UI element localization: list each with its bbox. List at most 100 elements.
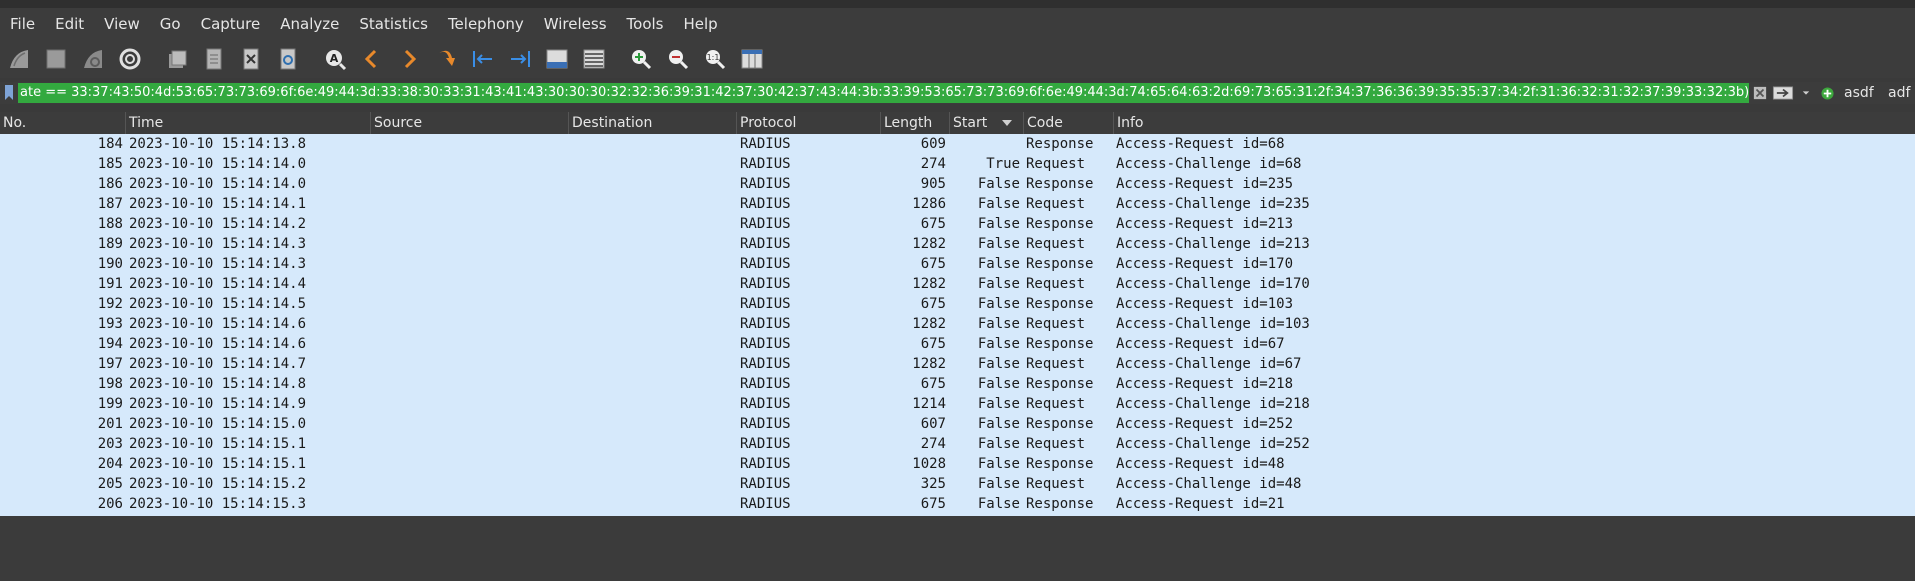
cell-info: Access-Request id=21 (1116, 496, 1285, 512)
cell-time: 2023-10-10 15:14:14.6 (129, 316, 307, 332)
zoom-normal-icon[interactable]: 1:1 (697, 41, 733, 77)
add-filter-button-icon[interactable] (1820, 84, 1834, 102)
column-source[interactable]: Source (371, 112, 569, 134)
cell-length: 1282 (912, 276, 946, 292)
menu-go[interactable]: Go (150, 15, 191, 33)
cell-no: 203 (97, 436, 123, 452)
table-row[interactable]: 191 2023-10-10 15:14:14.4 RADIUS 1282 False R… (0, 274, 1915, 294)
table-row[interactable]: 206 2023-10-10 15:14:15.3 RADIUS 675 False Re… (0, 494, 1915, 514)
menu-file[interactable]: File (0, 15, 45, 33)
table-row[interactable]: 201 2023-10-10 15:14:15.0 RADIUS 607 False Re… (0, 414, 1915, 434)
table-row[interactable]: 188 2023-10-10 15:14:14.2 RADIUS 675 False Re… (0, 214, 1915, 234)
table-row[interactable]: 203 2023-10-10 15:14:15.1 RADIUS 274 False Re… (0, 434, 1915, 454)
menu-view[interactable]: View (94, 15, 150, 33)
cell-protocol: RADIUS (740, 196, 791, 212)
menu-help[interactable]: Help (673, 15, 727, 33)
cell-no: 201 (97, 416, 123, 432)
menu-tools[interactable]: Tools (617, 15, 674, 33)
go-last-icon[interactable] (502, 41, 538, 77)
column-start[interactable]: Start (950, 112, 1024, 134)
filter-button-asdf[interactable]: asdf (1844, 84, 1874, 102)
menu-telephony[interactable]: Telephony (438, 15, 534, 33)
table-row[interactable]: 187 2023-10-10 15:14:14.1 RADIUS 1286 False R… (0, 194, 1915, 214)
table-row[interactable]: 199 2023-10-10 15:14:14.9 RADIUS 1214 False R… (0, 394, 1915, 414)
table-row[interactable]: 205 2023-10-10 15:14:15.2 RADIUS 325 False Re… (0, 474, 1915, 494)
stop-square-icon[interactable] (38, 41, 74, 77)
zoom-in-icon[interactable] (623, 41, 659, 77)
cell-start: False (977, 376, 1020, 392)
table-row[interactable]: 204 2023-10-10 15:14:15.1 RADIUS 1028 False R… (0, 454, 1915, 474)
column-code[interactable]: Code (1024, 112, 1114, 134)
apply-filter-icon[interactable] (1772, 84, 1794, 102)
bookmark-icon[interactable] (4, 85, 14, 100)
table-row[interactable]: 190 2023-10-10 15:14:14.3 RADIUS 675 False Re… (0, 254, 1915, 274)
cell-info: Access-Challenge id=252 (1116, 436, 1310, 452)
cell-code: Request (1026, 396, 1086, 412)
cell-no: 186 (97, 176, 123, 192)
colorize-icon[interactable] (576, 41, 612, 77)
table-row[interactable]: 193 2023-10-10 15:14:14.6 RADIUS 1282 False R… (0, 314, 1915, 334)
filter-button-adf[interactable]: adf (1888, 84, 1910, 102)
cell-start: False (977, 476, 1020, 492)
table-row[interactable]: 189 2023-10-10 15:14:14.3 RADIUS 1282 False R… (0, 234, 1915, 254)
table-row[interactable]: 185 2023-10-10 15:14:14.0 RADIUS 274 True Req… (0, 154, 1915, 174)
close-file-icon[interactable] (233, 41, 269, 77)
cell-time: 2023-10-10 15:14:14.2 (129, 216, 307, 232)
cell-length: 675 (920, 256, 946, 272)
table-row[interactable]: 197 2023-10-10 15:14:14.7 RADIUS 1282 False R… (0, 354, 1915, 374)
filter-dropdown-icon[interactable] (1800, 84, 1812, 102)
gear-options-icon[interactable] (112, 41, 148, 77)
column-destination[interactable]: Destination (569, 112, 737, 134)
table-row[interactable]: 184 2023-10-10 15:14:13.8 RADIUS 609 Respons… (0, 134, 1915, 154)
cell-no: 193 (97, 316, 123, 332)
jump-to-icon[interactable] (428, 41, 464, 77)
cell-info: Access-Challenge id=67 (1116, 356, 1302, 372)
file-set-icon[interactable] (196, 41, 232, 77)
autoscroll-icon[interactable] (539, 41, 575, 77)
cell-info: Access-Challenge id=103 (1116, 316, 1310, 332)
table-row[interactable]: 198 2023-10-10 15:14:14.8 RADIUS 675 False Re… (0, 374, 1915, 394)
table-row[interactable]: 186 2023-10-10 15:14:14.0 RADIUS 905 False Re… (0, 174, 1915, 194)
column-protocol[interactable]: Protocol (737, 112, 881, 134)
menu-capture[interactable]: Capture (191, 15, 271, 33)
table-row[interactable]: 192 2023-10-10 15:14:14.5 RADIUS 675 False Re… (0, 294, 1915, 314)
cell-time: 2023-10-10 15:14:14.1 (129, 196, 307, 212)
back-arrow-icon[interactable] (354, 41, 390, 77)
display-filter-bar: ate == 33:37:43:50:4d:53:65:73:73:69:6f:… (0, 82, 1915, 104)
table-row[interactable]: 194 2023-10-10 15:14:14.6 RADIUS 675 False Re… (0, 334, 1915, 354)
menu-analyze[interactable]: Analyze (270, 15, 349, 33)
shark-fin-restart-icon[interactable] (75, 41, 111, 77)
column-time[interactable]: Time (126, 112, 371, 134)
reload-icon[interactable] (270, 41, 306, 77)
cell-time: 2023-10-10 15:14:15.3 (129, 496, 307, 512)
menu-wireless[interactable]: Wireless (534, 15, 617, 33)
cell-time: 2023-10-10 15:14:14.3 (129, 256, 307, 272)
cell-info: Access-Request id=48 (1116, 456, 1285, 472)
menu-statistics[interactable]: Statistics (349, 15, 438, 33)
column-length[interactable]: Length (881, 112, 950, 134)
go-first-icon[interactable] (465, 41, 501, 77)
cell-time: 2023-10-10 15:14:14.0 (129, 156, 307, 172)
column-no[interactable]: No. (0, 112, 126, 134)
cell-start: False (977, 456, 1020, 472)
clear-filter-icon[interactable] (1752, 84, 1768, 102)
cell-start: False (977, 356, 1020, 372)
find-packet-icon[interactable]: A (317, 41, 353, 77)
column-info[interactable]: Info (1114, 112, 1915, 134)
cell-info: Access-Request id=252 (1116, 416, 1294, 432)
cell-protocol: RADIUS (740, 136, 791, 152)
cell-code: Request (1026, 436, 1086, 452)
zoom-out-icon[interactable] (660, 41, 696, 77)
cell-code: Response (1026, 376, 1094, 392)
cell-code: Response (1026, 496, 1094, 512)
packet-list: 184 2023-10-10 15:14:13.8 RADIUS 609 Respons… (0, 134, 1915, 516)
open-folder-icon[interactable] (159, 41, 195, 77)
cell-code: Request (1026, 476, 1086, 492)
resize-columns-icon[interactable] (734, 41, 770, 77)
shark-fin-start-icon[interactable] (1, 41, 37, 77)
cell-code: Request (1026, 156, 1086, 172)
display-filter-input[interactable]: ate == 33:37:43:50:4d:53:65:73:73:69:6f:… (18, 83, 1749, 103)
forward-arrow-icon[interactable] (391, 41, 427, 77)
menu-edit[interactable]: Edit (45, 15, 94, 33)
cell-no: 206 (97, 496, 123, 512)
